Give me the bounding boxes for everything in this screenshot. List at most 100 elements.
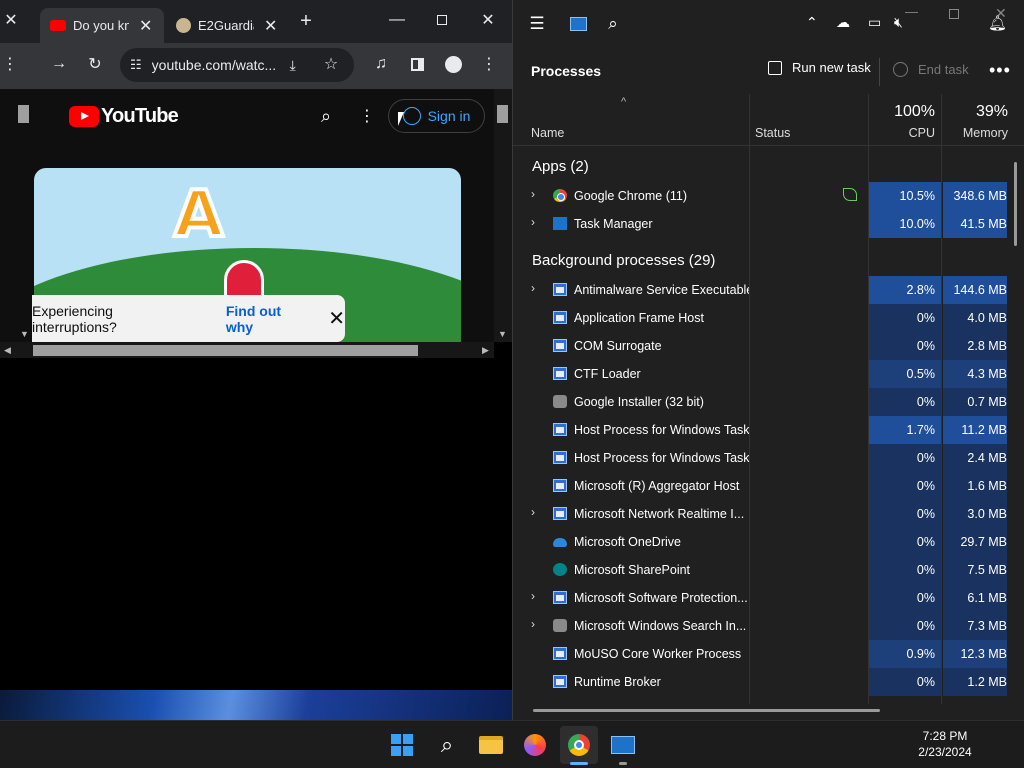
process-row[interactable]: › Task Manager 10.0% 41.5 MB [513, 210, 1013, 238]
process-memory: 29.7 MB [943, 528, 1007, 556]
clock[interactable]: 7:28 PM 2/23/2024 [910, 728, 980, 760]
scroll-down-arrow-icon[interactable]: ▼ [20, 329, 29, 339]
hamburger-menu-icon[interactable]: ☰ [523, 10, 551, 38]
youtube-logo[interactable]: YouTube [69, 105, 179, 127]
more-options-icon[interactable]: ••• [989, 60, 1011, 81]
process-row[interactable]: Microsoft OneDrive 0% 29.7 MB [513, 528, 1013, 556]
expand-chevron-icon[interactable]: › [531, 617, 535, 631]
column-cpu-percent: 100% [894, 103, 935, 120]
process-name: Microsoft Windows Search In... [574, 619, 747, 633]
process-memory: 3.0 MB [943, 500, 1007, 528]
end-task-label: End task [918, 62, 969, 77]
vertical-scroll-thumb[interactable] [1014, 162, 1017, 246]
new-tab-plus-icon[interactable]: + [292, 7, 320, 35]
tab-close-icon[interactable]: ✕ [264, 16, 277, 36]
expand-chevron-icon[interactable]: › [531, 505, 535, 519]
running-app-indicator [619, 762, 627, 765]
file-explorer-icon[interactable] [472, 726, 510, 764]
process-row[interactable]: Google Installer (32 bit) 0% 0.7 MB [513, 388, 1013, 416]
install-app-icon[interactable]: ⤓ [290, 57, 296, 74]
search-icon[interactable]: ⌕ [428, 726, 466, 764]
scroll-down-arrow-icon[interactable]: ▼ [498, 329, 507, 339]
media-control-icon[interactable]: ♫ [367, 50, 395, 78]
site-info-icon[interactable]: ☷ [130, 57, 142, 73]
process-row[interactable]: › Microsoft Network Realtime I... 0% 3.0 MB [513, 500, 1013, 528]
profile-icon[interactable] [439, 50, 467, 78]
search-icon[interactable]: ⌕ [599, 10, 627, 38]
onedrive-tray-icon[interactable]: ☁ [836, 14, 850, 31]
notification-bell-icon[interactable]: 🔔︎ [988, 14, 1007, 32]
process-row[interactable]: Application Frame Host 0% 4.0 MB [513, 304, 1013, 332]
window-close-icon[interactable]: ✕ [465, 0, 511, 40]
run-new-task-button[interactable]: Run new task [768, 60, 871, 75]
process-icon [553, 311, 567, 324]
forward-arrow-icon[interactable]: → [45, 50, 73, 78]
volume-muted-icon[interactable]: 🔇︎ [894, 14, 903, 31]
toast-close-icon[interactable]: ✕ [328, 306, 345, 331]
process-row[interactable]: Microsoft SharePoint 0% 7.5 MB [513, 556, 1013, 584]
tab-youtube[interactable]: Do you kn ✕ [40, 8, 164, 43]
process-row[interactable]: › Microsoft Software Protection... 0% 6.1 M… [513, 584, 1013, 612]
scroll-right-arrow-icon[interactable]: ▶ [482, 345, 489, 356]
maximize-icon[interactable] [419, 0, 465, 40]
column-status[interactable]: Status [755, 126, 790, 140]
vertical-scrollbar[interactable] [494, 89, 512, 342]
bookmark-star-icon[interactable]: ☆ [317, 50, 345, 78]
process-row[interactable]: CTF Loader 0.5% 4.3 MB [513, 360, 1013, 388]
left-scroll-thumb[interactable] [18, 105, 29, 123]
network-tray-icon[interactable]: ▭ [868, 14, 881, 31]
maximize-icon[interactable] [949, 9, 959, 19]
expand-chevron-icon[interactable]: › [531, 215, 535, 229]
column-name[interactable]: Name [531, 126, 564, 140]
expand-chevron-icon[interactable]: › [531, 281, 535, 295]
horizontal-scroll-thumb[interactable] [533, 709, 880, 712]
column-memory[interactable]: Memory [943, 126, 1008, 140]
process-name: CTF Loader [574, 367, 641, 381]
tab-e2guardian[interactable]: E2Guardia ✕ [168, 8, 292, 43]
expand-chevron-icon[interactable]: › [531, 187, 535, 201]
expand-chevron-icon[interactable]: › [531, 589, 535, 603]
chrome-taskbar-icon[interactable] [560, 726, 598, 764]
settings-menu-icon[interactable]: ⋮ [353, 102, 381, 130]
scroll-left-arrow-icon[interactable]: ◀ [4, 345, 11, 356]
process-icon [553, 451, 567, 464]
process-row[interactable]: › Google Chrome (11) 10.5% 348.6 MB [513, 182, 1013, 210]
process-row[interactable]: MoUSO Core Worker Process 0.9% 12.3 MB [513, 640, 1013, 668]
end-task-button[interactable]: End task [893, 62, 969, 77]
process-row[interactable]: › Antimalware Service Executable 2.8% 144.6… [513, 276, 1013, 304]
horizontal-scroll-thumb[interactable] [33, 345, 418, 356]
process-name: MoUSO Core Worker Process [574, 647, 742, 661]
tab-close-icon[interactable]: ✕ [139, 16, 152, 36]
find-out-why-link[interactable]: Find out why [226, 303, 310, 335]
process-row[interactable]: COM Surrogate 0% 2.8 MB [513, 332, 1013, 360]
process-row[interactable]: Host Process for Windows Tasks 0% 2.4 MB [513, 444, 1013, 472]
process-row[interactable]: Host Process for Windows Tasks 1.7% 11.2 M… [513, 416, 1013, 444]
back-menu-icon[interactable]: ⋮ [0, 50, 24, 78]
process-icon [553, 538, 567, 547]
minimize-icon[interactable]: — [374, 0, 420, 40]
process-cpu: 0% [869, 304, 941, 332]
column-cpu[interactable]: CPU [869, 126, 935, 140]
reload-icon[interactable]: ↻ [81, 50, 109, 78]
search-icon[interactable]: ⌕ [312, 102, 340, 130]
process-row[interactable]: › Microsoft Windows Search In... 0% 7.3 MB [513, 612, 1013, 640]
firefox-icon[interactable] [516, 726, 554, 764]
active-app-indicator [570, 762, 588, 765]
process-memory: 6.1 MB [943, 584, 1007, 612]
sort-arrow-icon: ^ [621, 96, 627, 108]
tab-title: Do you kn [73, 18, 129, 33]
process-row[interactable]: Microsoft (R) Aggregator Host 0% 1.6 MB [513, 472, 1013, 500]
process-name: Microsoft Software Protection... [574, 591, 748, 605]
close-icon[interactable]: ✕ [0, 0, 34, 40]
process-row[interactable]: Runtime Broker 0% 1.2 MB [513, 668, 1013, 696]
side-panel-icon[interactable] [403, 50, 431, 78]
tray-overflow-chevron-icon[interactable]: ⌃ [806, 14, 818, 31]
youtube-favicon-icon [50, 20, 66, 31]
minimize-icon[interactable]: — [905, 4, 918, 19]
windows-start-icon[interactable] [383, 726, 421, 764]
vertical-scroll-thumb[interactable] [497, 105, 508, 123]
e2guardian-favicon-icon [176, 18, 191, 33]
chrome-window: ✕ Do you kn ✕ E2Guardia ✕ + — ✕ ⋮ → ↻ ☷ … [0, 0, 512, 720]
chrome-menu-icon[interactable]: ⋮ [475, 50, 503, 78]
task-manager-taskbar-icon[interactable] [604, 726, 642, 764]
